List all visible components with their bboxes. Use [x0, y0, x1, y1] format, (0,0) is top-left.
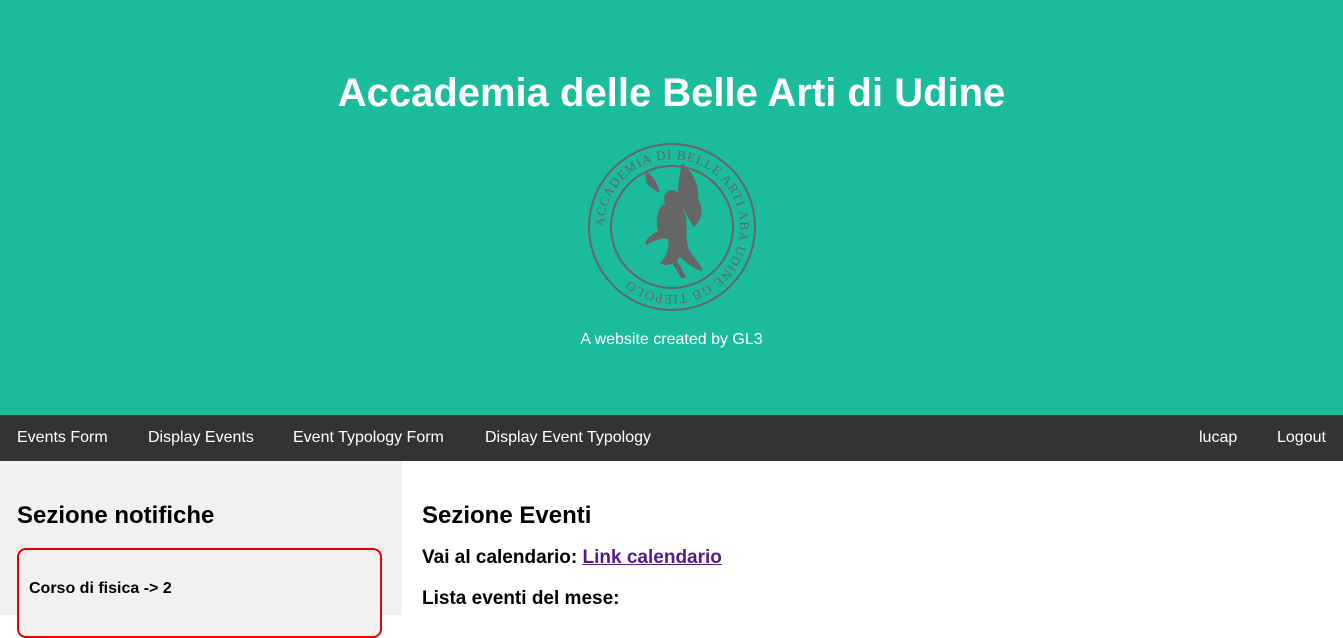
- nav-event-typology-form[interactable]: Event Typology Form: [293, 415, 444, 461]
- site-title: Accademia delle Belle Arti di Udine: [337, 71, 1006, 115]
- calendar-line: Vai al calendario: Link calendario: [422, 547, 722, 569]
- notifications-sidebar: Sezione notifiche Corso di fisica -> 2: [0, 461, 402, 638]
- academy-logo: ACCADEMIA DI BELLE ARTI ABA UDINE GB TIE…: [586, 141, 758, 313]
- calendar-link[interactable]: Link calendario: [583, 547, 722, 568]
- site-tagline: A website created by GL3: [580, 331, 763, 348]
- events-list-label: Lista eventi del mese:: [422, 588, 620, 609]
- nav-display-events[interactable]: Display Events: [148, 415, 254, 461]
- angel-figure-icon: [645, 163, 702, 279]
- main-navbar: Events Form Display Events Event Typolog…: [0, 415, 1343, 461]
- nav-user-profile[interactable]: lucap: [1199, 415, 1237, 461]
- calendar-prefix: Vai al calendario:: [422, 547, 578, 568]
- academy-seal-icon: ACCADEMIA DI BELLE ARTI ABA UDINE GB TIE…: [588, 143, 756, 311]
- nav-events-form[interactable]: Events Form: [17, 415, 108, 461]
- notification-text: Corso di fisica -> 2: [29, 580, 172, 597]
- site-header: Accademia delle Belle Arti di Udine ACCA…: [0, 0, 1343, 415]
- nav-logout[interactable]: Logout: [1277, 415, 1326, 461]
- sidebar-title: Sezione notifiche: [17, 502, 215, 529]
- nav-display-event-typology[interactable]: Display Event Typology: [485, 415, 651, 461]
- logo-text-top: ABA: [735, 209, 752, 242]
- events-section: Sezione Eventi Vai al calendario: Link c…: [402, 461, 1343, 615]
- events-title: Sezione Eventi: [422, 502, 592, 529]
- notification-card: Corso di fisica -> 2: [17, 548, 382, 638]
